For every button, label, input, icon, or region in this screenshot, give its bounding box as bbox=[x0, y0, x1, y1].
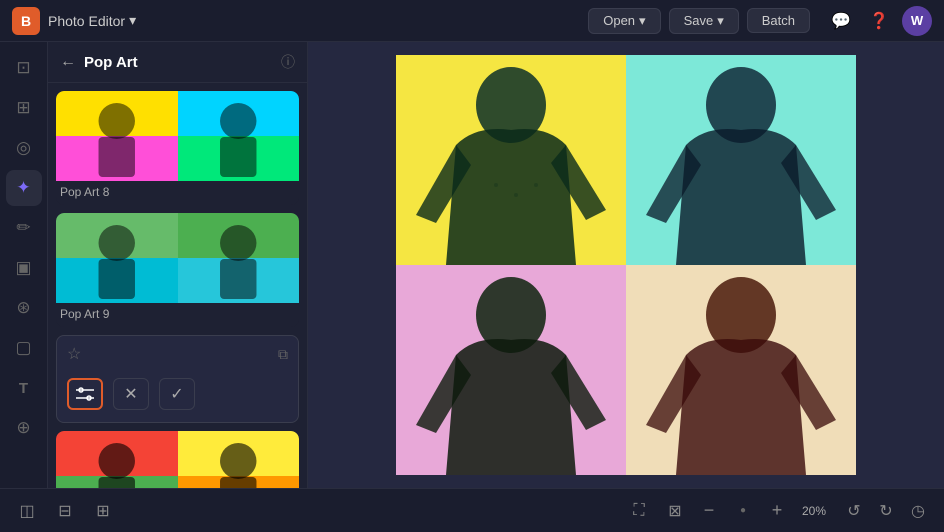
preset-pa9-thumb bbox=[56, 213, 299, 303]
canvas-area bbox=[308, 42, 944, 488]
topbar-icons: 💬 ❓ W bbox=[826, 6, 932, 36]
compare-icon[interactable]: ⊟ bbox=[50, 496, 80, 526]
effects-panel: ← Pop Art ⓘ bbox=[48, 42, 308, 488]
sidebar-frame-icon[interactable]: ▢ bbox=[6, 330, 42, 366]
save-arrow: ▾ bbox=[717, 13, 724, 29]
app-title-text: Photo Editor bbox=[48, 13, 125, 29]
batch-button[interactable]: Batch bbox=[747, 8, 810, 33]
sidebar-text-icon[interactable]: T bbox=[6, 370, 42, 406]
preset-pa8[interactable]: Pop Art 8 bbox=[56, 91, 299, 205]
selected-preset-controls: ☆ ⧉ ✕ ✓ bbox=[56, 335, 299, 423]
app-title[interactable]: Photo Editor ▾ bbox=[48, 12, 136, 29]
open-arrow: ▾ bbox=[639, 13, 646, 29]
layers-toggle-icon[interactable]: ◫ bbox=[12, 496, 42, 526]
preset-pa9-name: Pop Art 9 bbox=[56, 303, 299, 327]
undo-button[interactable]: ↺ bbox=[840, 497, 868, 525]
fullscreen-icon[interactable]: ⊠ bbox=[660, 496, 690, 526]
pop-art-canvas bbox=[396, 55, 856, 475]
sidebar-layers-icon[interactable]: ▣ bbox=[6, 250, 42, 286]
zoom-out-button[interactable]: − bbox=[696, 498, 722, 524]
apply-preset-button[interactable]: ✓ bbox=[159, 378, 195, 410]
sidebar-group-icon[interactable]: ⊛ bbox=[6, 290, 42, 326]
topbar: B Photo Editor ▾ Open ▾ Save ▾ Batch 💬 ❓… bbox=[0, 0, 944, 42]
preset-pa8-name: Pop Art 8 bbox=[56, 181, 299, 205]
history-button[interactable]: ◷ bbox=[904, 497, 932, 525]
save-button[interactable]: Save ▾ bbox=[669, 8, 739, 34]
zoom-controls: ⛶ ⊠ − ● + 20% bbox=[624, 496, 832, 526]
adjust-preset-button[interactable] bbox=[67, 378, 103, 410]
sidebar-brush-icon[interactable]: ✏ bbox=[6, 210, 42, 246]
pop-art-cell-cyan bbox=[626, 55, 856, 265]
zoom-in-button[interactable]: + bbox=[764, 498, 790, 524]
copy-button[interactable]: ⧉ bbox=[278, 346, 288, 363]
redo-button[interactable]: ↻ bbox=[872, 497, 900, 525]
app-logo[interactable]: B bbox=[12, 7, 40, 35]
pop-art-cell-yellow bbox=[396, 55, 626, 265]
open-button[interactable]: Open ▾ bbox=[588, 8, 660, 34]
sidebar-plugin-icon[interactable]: ⊕ bbox=[6, 410, 42, 446]
preset-pa8-thumb bbox=[56, 91, 299, 181]
sidebar-crop-icon[interactable]: ⊡ bbox=[6, 50, 42, 86]
bottom-bar: ◫ ⊟ ⊞ ⛶ ⊠ − ● + 20% ↺ ↻ ◷ bbox=[0, 488, 944, 532]
main-content: ⊡ ⊞ ◎ ✦ ✏ ▣ ⊛ ▢ T ⊕ ← Pop Art ⓘ bbox=[0, 42, 944, 488]
help-icon-btn[interactable]: ❓ bbox=[864, 6, 894, 36]
panel-info-icon[interactable]: ⓘ bbox=[281, 52, 295, 72]
grid-toggle-icon[interactable]: ⊞ bbox=[88, 496, 118, 526]
cancel-preset-button[interactable]: ✕ bbox=[113, 378, 149, 410]
preset-list: Pop Art 8 bbox=[48, 83, 307, 488]
sidebar-adjust-icon[interactable]: ⊞ bbox=[6, 90, 42, 126]
preset-pa11-thumb bbox=[56, 431, 299, 488]
app-title-arrow: ▾ bbox=[129, 12, 136, 29]
undo-redo-controls: ↺ ↻ ◷ bbox=[840, 497, 932, 525]
zoom-separator: ● bbox=[728, 496, 758, 526]
pop-art-cell-cream bbox=[626, 265, 856, 475]
avatar[interactable]: W bbox=[902, 6, 932, 36]
zoom-level-label: 20% bbox=[796, 504, 832, 518]
left-sidebar: ⊡ ⊞ ◎ ✦ ✏ ▣ ⊛ ▢ T ⊕ bbox=[0, 42, 48, 488]
pop-art-cell-pink bbox=[396, 265, 626, 475]
sidebar-eye-icon[interactable]: ◎ bbox=[6, 130, 42, 166]
panel-header: ← Pop Art ⓘ bbox=[48, 42, 307, 83]
panel-back-button[interactable]: ← bbox=[60, 53, 76, 71]
panel-title: Pop Art bbox=[84, 54, 273, 71]
sidebar-effects-icon[interactable]: ✦ bbox=[6, 170, 42, 206]
favorite-button[interactable]: ☆ bbox=[67, 344, 81, 364]
fit-icon[interactable]: ⛶ bbox=[624, 496, 654, 526]
chat-icon-btn[interactable]: 💬 bbox=[826, 6, 856, 36]
preset-pa11[interactable]: Pop Art 11 bbox=[56, 431, 299, 488]
preset-pa9[interactable]: Pop Art 9 bbox=[56, 213, 299, 327]
